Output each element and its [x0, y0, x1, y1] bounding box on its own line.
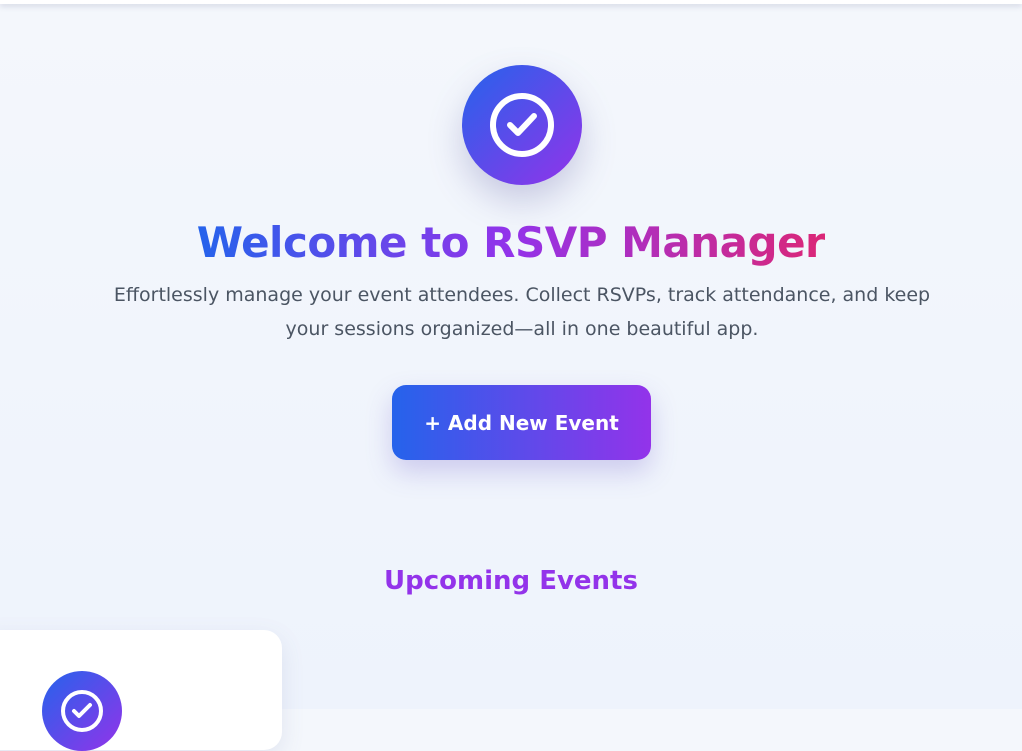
add-new-event-button[interactable]: + Add New Event	[392, 385, 651, 460]
hero-subtitle: Effortlessly manage your event attendees…	[113, 284, 931, 340]
hero-logo	[462, 65, 582, 185]
page-title: Welcome to RSVP Manager	[196, 218, 826, 267]
check-circle-icon	[490, 93, 554, 157]
upcoming-events-heading: Upcoming Events	[384, 566, 638, 596]
top-navbar	[0, 0, 1022, 4]
check-circle-icon	[61, 690, 103, 732]
event-card-badge	[42, 671, 122, 751]
